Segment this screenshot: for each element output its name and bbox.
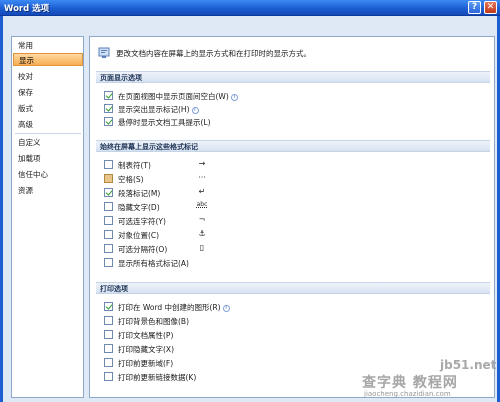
sidebar-item-proofing[interactable]: 校对 — [13, 70, 83, 83]
options-panel: 更改文档内容在屏幕上的显示方式和在打印时的显示方式。 页面显示选项 在页面视图中… — [89, 36, 495, 398]
sidebar-item-general[interactable]: 常用 — [13, 39, 83, 52]
watermark-brand: jb51.net — [440, 358, 497, 372]
checkbox[interactable] — [104, 160, 113, 169]
checkbox[interactable] — [104, 188, 113, 197]
sidebar-item-customize[interactable]: 自定义 — [13, 136, 83, 149]
section-title: 打印选项 — [100, 285, 128, 293]
hidden-text-mark-icon: abc — [196, 201, 208, 208]
option-label: 显示突出显示标记(H) — [118, 105, 190, 114]
window-title: Word 选项 — [4, 4, 50, 14]
sidebar: 常用 显示 校对 保存 版式 高级 自定义 加载项 信任中心 资源 — [11, 36, 84, 398]
checkbox[interactable] — [104, 258, 113, 267]
checkbox[interactable] — [104, 330, 113, 339]
dialog-frame: 常用 显示 校对 保存 版式 高级 自定义 加载项 信任中心 资源 更改文档内容… — [0, 16, 500, 402]
panel-description: 更改文档内容在屏幕上的显示方式和在打印时的显示方式。 — [116, 49, 311, 58]
info-icon: i — [230, 94, 238, 101]
option-label: 可选连字符(Y) — [118, 217, 166, 226]
option-label: 打印文档属性(P) — [118, 331, 174, 340]
tab-mark-icon: → — [198, 159, 206, 168]
anchor-icon: ⚓ — [198, 229, 206, 238]
section-page-display: 页面显示选项 — [96, 71, 490, 83]
option-label: 打印在 Word 中创建的图形(R) — [118, 303, 221, 312]
watermark-cn: 查字典 教程网 — [362, 375, 458, 391]
checkbox[interactable] — [104, 344, 113, 353]
option-label: 隐藏文字(D) — [118, 203, 160, 212]
help-button[interactable]: ? — [468, 1, 481, 14]
sidebar-divider — [15, 133, 81, 134]
option-label: 对象位置(C) — [118, 231, 160, 240]
option-label: 制表符(T) — [118, 161, 151, 170]
sidebar-item-display[interactable]: 显示 — [13, 53, 83, 66]
title-bar: Word 选项 ? ✕ — [0, 0, 500, 16]
checkbox[interactable] — [104, 216, 113, 225]
checkbox[interactable] — [104, 372, 113, 381]
display-icon — [98, 47, 110, 58]
sidebar-item-save[interactable]: 保存 — [13, 86, 83, 99]
paragraph-mark-icon: ↵ — [198, 187, 206, 196]
checkbox[interactable] — [104, 358, 113, 367]
checkbox[interactable] — [104, 117, 113, 126]
option-label: 空格(S) — [118, 175, 144, 184]
checkbox[interactable] — [104, 91, 113, 100]
option-label: 打印前更新域(F) — [118, 359, 174, 368]
sidebar-item-resources[interactable]: 资源 — [13, 184, 83, 197]
section-formatting-marks: 始终在屏幕上显示这些格式标记 — [96, 140, 490, 152]
sidebar-item-typography[interactable]: 版式 — [13, 102, 83, 115]
option-label: 在页面视图中显示页面间空白(W) — [118, 92, 229, 101]
option-label: 打印背景色和图像(B) — [118, 317, 189, 326]
checkbox[interactable] — [104, 230, 113, 239]
sidebar-item-trust-center[interactable]: 信任中心 — [13, 168, 83, 181]
close-button[interactable]: ✕ — [484, 1, 497, 14]
checkbox[interactable] — [104, 244, 113, 253]
space-mark-icon: ··· — [198, 173, 206, 182]
option-label: 显示所有格式标记(A) — [118, 259, 189, 268]
section-title: 页面显示选项 — [100, 74, 142, 82]
checkbox[interactable] — [104, 174, 113, 183]
checkbox[interactable] — [104, 316, 113, 325]
option-label: 悬停时显示文档工具提示(L) — [118, 118, 211, 127]
section-print-options: 打印选项 — [96, 282, 490, 294]
watermark-url: jiaocheng.chazidian.com — [364, 390, 451, 398]
checkbox[interactable] — [104, 202, 113, 211]
section-title: 始终在屏幕上显示这些格式标记 — [100, 143, 198, 151]
checkbox[interactable] — [104, 302, 113, 311]
option-label: 可选分隔符(O) — [118, 245, 168, 254]
sidebar-item-addins[interactable]: 加载项 — [13, 152, 83, 165]
option-label: 打印前更新链接数据(K) — [118, 373, 197, 382]
option-label: 段落标记(M) — [118, 189, 161, 198]
hyphen-mark-icon: ¬ — [198, 215, 206, 224]
checkbox[interactable] — [104, 104, 113, 113]
info-icon: i — [222, 305, 230, 312]
info-icon: i — [191, 107, 199, 114]
sidebar-item-advanced[interactable]: 高级 — [13, 118, 83, 131]
break-mark-icon: ▯ — [199, 243, 205, 252]
option-label: 打印隐藏文字(X) — [118, 345, 174, 354]
